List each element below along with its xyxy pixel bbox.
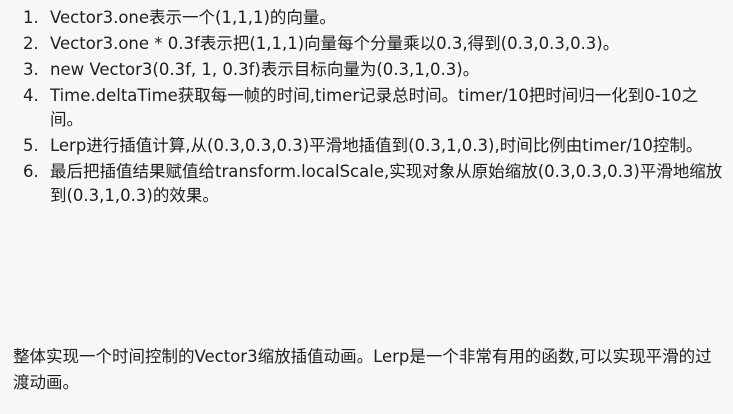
list-item-text: Vector3.one表示一个(1,1,1)的向量。 (50, 8, 336, 27)
list-item-3: 3. new Vector3(0.3f, 1, 0.3f)表示目标向量为(0.3… (23, 58, 723, 82)
list-item-text: Vector3.one * 0.3f表示把(1,1,1)向量每个分量乘以0.3,… (50, 34, 620, 53)
list-item-number: 6. (23, 162, 39, 181)
explanation-list: 1. Vector3.one表示一个(1,1,1)的向量。 2. Vector3… (23, 6, 723, 210)
list-item-1: 1. Vector3.one表示一个(1,1,1)的向量。 (23, 6, 723, 30)
list-item-4: 4. Time.deltaTime获取每一帧的时间,timer记录总时间。tim… (23, 84, 723, 132)
list-item-number: 4. (23, 86, 39, 105)
list-item-text: Time.deltaTime获取每一帧的时间,timer记录总时间。timer/… (50, 86, 699, 129)
list-item-text: 最后把插值结果赋值给transform.localScale,实现对象从原始缩放… (50, 162, 723, 205)
list-item-2: 2. Vector3.one * 0.3f表示把(1,1,1)向量每个分量乘以0… (23, 32, 723, 56)
list-item-number: 3. (23, 60, 39, 79)
document-page: 1. Vector3.one表示一个(1,1,1)的向量。 2. Vector3… (0, 0, 733, 414)
list-item-5: 5. Lerp进行插值计算,从(0.3,0.3,0.3)平滑地插值到(0.3,1… (23, 134, 723, 158)
list-item-number: 1. (23, 8, 39, 27)
list-item-text: new Vector3(0.3f, 1, 0.3f)表示目标向量为(0.3,1,… (50, 60, 480, 79)
list-item-number: 5. (23, 136, 39, 155)
list-item-text: Lerp进行插值计算,从(0.3,0.3,0.3)平滑地插值到(0.3,1,0.… (50, 136, 703, 155)
list-item-number: 2. (23, 34, 39, 53)
summary-paragraph: 整体实现一个时间控制的Vector3缩放插值动画。Lerp是一个非常有用的函数,… (13, 347, 712, 392)
list-item-6: 6. 最后把插值结果赋值给transform.localScale,实现对象从原… (23, 160, 723, 208)
